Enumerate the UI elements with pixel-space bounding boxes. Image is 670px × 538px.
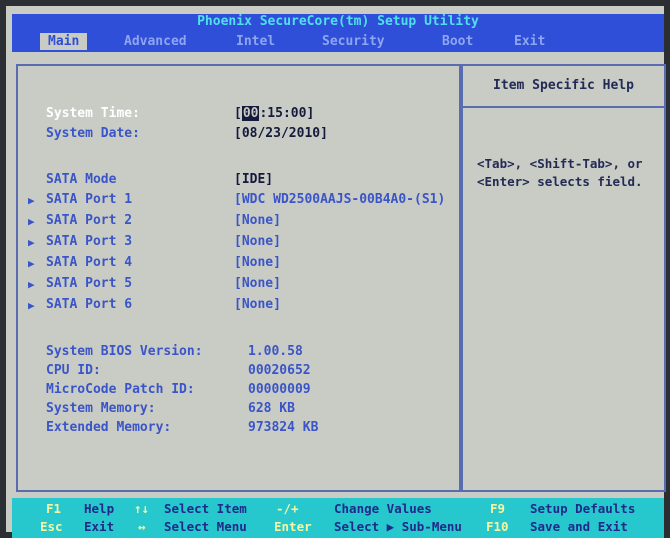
system-date-field[interactable]: [08/23/2010] [234, 126, 328, 141]
sata-port-2-label[interactable]: SATA Port 2 [46, 213, 132, 228]
system-time-label: System Time: [46, 106, 140, 121]
key-legend-bar: F1 Help ↑↓ Select Item -/+ Change Values… [12, 498, 664, 538]
submenu-arrow-icon: ▶ [28, 278, 35, 291]
key-f10: F10 [486, 519, 509, 534]
key-f10-desc: Save and Exit [530, 519, 628, 534]
sata-port-1-label[interactable]: SATA Port 1 [46, 192, 132, 207]
bios-version-label: System BIOS Version: [46, 344, 203, 359]
sata-port-2-value: [None] [234, 213, 281, 228]
submenu-arrow-icon: ▶ [28, 215, 35, 228]
tab-advanced[interactable]: Advanced [116, 33, 195, 50]
sata-port-4-value: [None] [234, 255, 281, 270]
key-minus-plus: -/+ [276, 501, 299, 516]
sata-port-3-value: [None] [234, 234, 281, 249]
tab-main[interactable]: Main [40, 33, 88, 50]
menu-bar: Main Advanced Intel Security Boot Exit [12, 30, 664, 52]
tab-boot[interactable]: Boot [434, 33, 481, 50]
sata-port-1-value: [WDC WD2500AAJS-00B4A0-(S1) [234, 192, 446, 207]
sata-port-6-value: [None] [234, 297, 281, 312]
submenu-arrow-icon: ▶ [28, 236, 35, 249]
cpu-id-value: 00020652 [248, 363, 311, 378]
sata-port-3-label[interactable]: SATA Port 3 [46, 234, 132, 249]
key-esc-desc: Exit [84, 519, 115, 534]
submenu-arrow-icon: ▶ [28, 194, 35, 207]
system-date-label: System Date: [46, 126, 140, 141]
key-f1-desc: Help [84, 501, 115, 516]
key-up-down-desc: Select Item [164, 501, 247, 516]
key-minus-plus-desc: Change Values [334, 501, 432, 516]
cpu-id-label: CPU ID: [46, 363, 101, 378]
system-memory-value: 628 KB [248, 401, 295, 416]
key-f9: F9 [490, 501, 506, 516]
key-enter: Enter [274, 519, 312, 534]
sata-port-4-label[interactable]: SATA Port 4 [46, 255, 132, 270]
bios-version-value: 1.00.58 [248, 344, 303, 359]
sata-port-6-label[interactable]: SATA Port 6 [46, 297, 132, 312]
sata-mode-label: SATA Mode [46, 172, 117, 187]
help-line-1: <Tab>, <Shift-Tab>, or [477, 156, 643, 171]
window-title: Phoenix SecureCore(tm) Setup Utility [12, 14, 664, 30]
key-left-right: ↔ [138, 519, 146, 534]
sata-mode-field[interactable]: [IDE] [234, 172, 273, 187]
submenu-arrow-icon: ▶ [28, 299, 35, 312]
extended-memory-value: 973824 KB [248, 420, 319, 435]
main-settings-panel: System Time: [00:15:00] System Date: [08… [16, 64, 461, 492]
key-esc: Esc [40, 519, 63, 534]
time-cursor[interactable]: 00 [241, 106, 260, 121]
key-enter-desc: Select ▶ Sub-Menu [334, 519, 462, 534]
bios-screen: Phoenix SecureCore(tm) Setup Utility Mai… [0, 0, 670, 538]
microcode-value: 00000009 [248, 382, 311, 397]
key-f9-desc: Setup Defaults [530, 501, 636, 516]
tab-security[interactable]: Security [314, 33, 393, 50]
microcode-label: MicroCode Patch ID: [46, 382, 195, 397]
submenu-arrow-icon: ▶ [28, 257, 35, 270]
tab-intel[interactable]: Intel [228, 33, 283, 50]
help-line-2: <Enter> selects field. [477, 174, 643, 189]
help-title: Item Specific Help [463, 66, 664, 108]
system-memory-label: System Memory: [46, 401, 156, 416]
key-up-down: ↑↓ [134, 501, 150, 516]
key-f1: F1 [46, 501, 62, 516]
extended-memory-label: Extended Memory: [46, 420, 172, 435]
sata-port-5-value: [None] [234, 276, 281, 291]
key-left-right-desc: Select Menu [164, 519, 247, 534]
sata-port-5-label[interactable]: SATA Port 5 [46, 276, 132, 291]
tab-exit[interactable]: Exit [506, 33, 553, 50]
system-time-field[interactable]: [00:15:00] [234, 106, 314, 121]
help-panel: Item Specific Help <Tab>, <Shift-Tab>, o… [461, 64, 666, 492]
